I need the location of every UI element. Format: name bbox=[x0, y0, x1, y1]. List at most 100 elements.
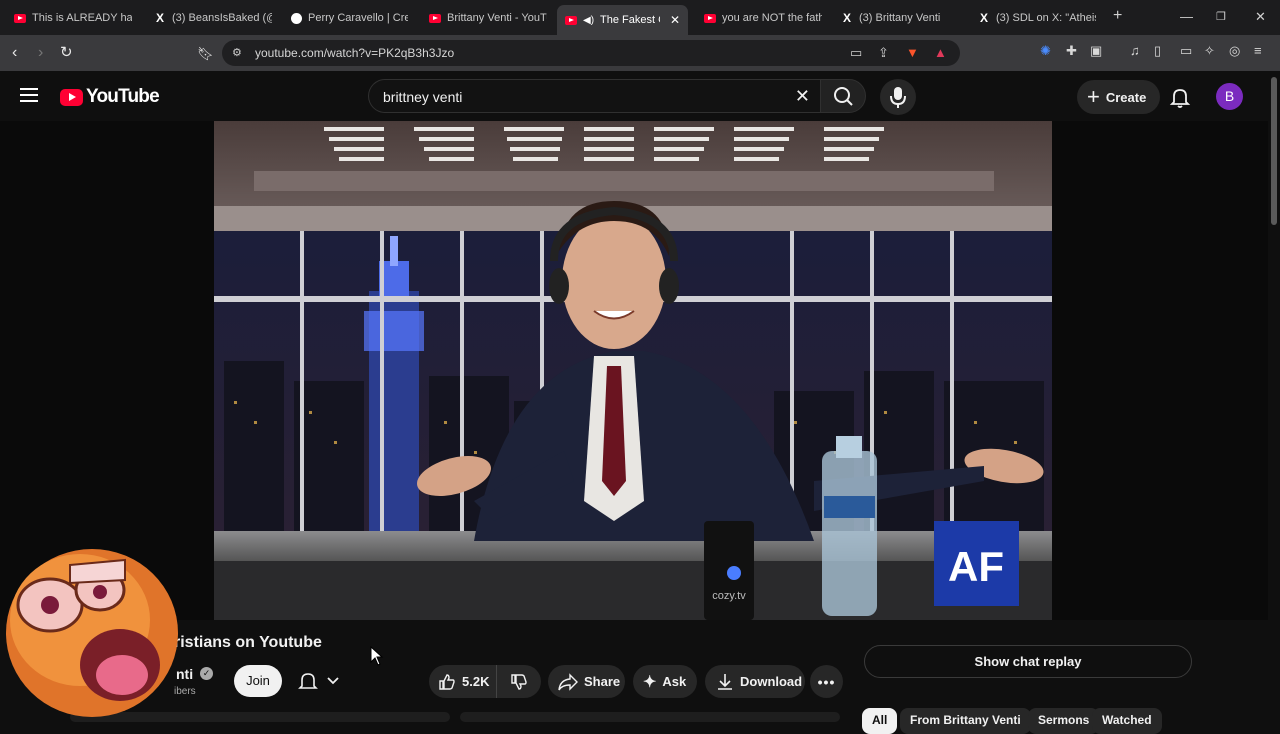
youtube-play-icon bbox=[60, 88, 83, 106]
youtube-header: YouTube brittney venti ✕ + Create B bbox=[0, 71, 1268, 121]
video-title: ristians on Youtube bbox=[174, 634, 322, 651]
chip-all[interactable]: All bbox=[862, 708, 898, 734]
speaker-icon[interactable]: ◀) bbox=[583, 15, 594, 26]
menu-icon[interactable]: ≡ bbox=[1254, 44, 1268, 58]
extension-icon[interactable]: ✺ bbox=[1040, 44, 1054, 58]
tab-title: The Fakest Ch bbox=[600, 14, 660, 26]
clear-search-icon[interactable]: ✕ bbox=[795, 86, 810, 107]
vpn-icon[interactable]: ◎ bbox=[1229, 44, 1243, 58]
dislike-button[interactable] bbox=[497, 665, 541, 698]
af-logo-text: AF bbox=[948, 543, 1004, 590]
emote-sticker bbox=[6, 549, 178, 717]
more-horizontal-icon: ••• bbox=[817, 673, 836, 690]
tab-title: This is ALREADY happ bbox=[32, 12, 132, 24]
screenshot-icon[interactable]: ▣ bbox=[1090, 44, 1104, 58]
mouse-cursor-icon bbox=[370, 646, 384, 666]
microphone-icon bbox=[890, 87, 906, 108]
reload-icon[interactable]: ↻ bbox=[60, 44, 73, 62]
browser-tab[interactable]: Brittany Venti - YouTu bbox=[421, 5, 555, 31]
guide-menu-icon[interactable] bbox=[20, 88, 38, 102]
subscription-notifications-button[interactable] bbox=[292, 665, 350, 697]
x-icon: X bbox=[979, 10, 988, 25]
youtube-icon bbox=[704, 13, 716, 23]
show-chat-replay-button[interactable]: Show chat replay bbox=[864, 645, 1192, 678]
x-icon: X bbox=[155, 10, 164, 25]
search-value[interactable]: brittney venti bbox=[383, 89, 462, 105]
brave-rewards-icon[interactable]: ▲ bbox=[934, 45, 947, 60]
browser-tab[interactable]: This is ALREADY happ bbox=[6, 5, 146, 31]
bell-icon bbox=[1169, 89, 1191, 108]
browser-tab[interactable]: X (3) SDL on X: "Atheist bbox=[970, 5, 1104, 31]
scrollbar-thumb[interactable] bbox=[1271, 77, 1277, 225]
url-text[interactable]: youtube.com/watch?v=PK2qB3h3Jzo bbox=[255, 46, 454, 60]
more-actions-button[interactable]: ••• bbox=[810, 665, 843, 698]
cast-icon[interactable]: ▭ bbox=[850, 45, 862, 61]
browser-toolbar: ‹ › ↻ 🔖︎ ⚙ youtube.com/watch?v=PK2qB3h3J… bbox=[0, 35, 1280, 71]
video-still-image: cozy.tv AF bbox=[214, 121, 1052, 620]
media-icon[interactable]: ♫ bbox=[1130, 44, 1144, 58]
wallet-icon[interactable]: ▭ bbox=[1180, 44, 1194, 58]
verified-icon: ✓ bbox=[200, 667, 213, 680]
minimize-icon[interactable]: — bbox=[1180, 9, 1193, 24]
download-label: Download bbox=[740, 674, 803, 689]
browser-tab-active[interactable]: ◀) The Fakest Ch ✕ bbox=[557, 5, 688, 35]
like-count: 5.2K bbox=[462, 674, 490, 689]
share-page-icon[interactable]: ⇪ bbox=[878, 45, 889, 61]
browser-tab[interactable]: X (3) BeansIsBaked (@B bbox=[146, 5, 280, 31]
chip-from-channel[interactable]: From Brittany Venti bbox=[900, 708, 1031, 734]
video-frame[interactable]: cozy.tv AF bbox=[214, 121, 1052, 620]
new-tab-button[interactable]: + bbox=[1113, 7, 1122, 25]
create-button[interactable]: + Create bbox=[1077, 80, 1161, 114]
browser-tab[interactable]: X (3) Brittany Venti bbox=[833, 5, 967, 31]
extensions-puzzle-icon[interactable]: ✚ bbox=[1066, 44, 1080, 58]
brave-shield-icon[interactable]: ▼ bbox=[906, 45, 919, 60]
share-icon bbox=[558, 672, 578, 691]
notifications-button[interactable] bbox=[1168, 85, 1192, 109]
site-settings-icon[interactable]: ⚙ bbox=[232, 46, 242, 59]
patreon-icon bbox=[291, 12, 302, 24]
download-button[interactable]: Download bbox=[705, 665, 805, 698]
download-icon bbox=[718, 673, 732, 690]
cozy-tv-text: cozy.tv bbox=[712, 590, 746, 602]
join-button[interactable]: Join bbox=[234, 665, 282, 697]
restore-icon[interactable]: ❐ bbox=[1216, 10, 1226, 23]
browser-tab[interactable]: you are NOT the fathe bbox=[696, 5, 830, 31]
create-label: Create bbox=[1105, 89, 1147, 105]
address-bar[interactable]: ⚙ youtube.com/watch?v=PK2qB3h3Jzo ▭ ⇪ ▼ … bbox=[222, 40, 960, 66]
close-window-icon[interactable]: ✕ bbox=[1255, 9, 1266, 25]
like-dislike-group: 5.2K bbox=[429, 665, 541, 698]
like-button[interactable]: 5.2K bbox=[429, 665, 497, 698]
bookmark-icon[interactable]: 🔖︎ bbox=[197, 45, 214, 63]
comment-box[interactable] bbox=[460, 712, 840, 722]
tab-title: Perry Caravello | Crea bbox=[308, 12, 408, 24]
youtube-icon bbox=[565, 15, 577, 25]
plus-icon: + bbox=[1087, 84, 1100, 109]
share-label: Share bbox=[584, 674, 621, 689]
youtube-icon bbox=[429, 13, 441, 23]
close-tab-icon[interactable]: ✕ bbox=[670, 13, 680, 27]
forward-icon[interactable]: › bbox=[38, 44, 43, 62]
leo-ai-icon[interactable]: ✧ bbox=[1204, 44, 1218, 58]
share-button[interactable]: Share bbox=[548, 665, 625, 698]
back-icon[interactable]: ‹ bbox=[12, 44, 17, 62]
page-scrollbar[interactable] bbox=[1268, 71, 1280, 720]
voice-search-button[interactable] bbox=[880, 79, 916, 115]
ask-label: Ask bbox=[662, 674, 687, 689]
chip-watched[interactable]: Watched bbox=[1092, 708, 1162, 734]
tab-title: (3) SDL on X: "Atheist bbox=[996, 12, 1096, 24]
logo-text: YouTube bbox=[86, 86, 160, 107]
browser-tab[interactable]: Perry Caravello | Crea bbox=[283, 5, 417, 31]
thumbs-up-icon bbox=[439, 673, 455, 690]
search-input[interactable]: brittney venti ✕ bbox=[368, 79, 820, 113]
tab-title: you are NOT the fathe bbox=[722, 12, 822, 24]
ask-button[interactable]: ✦ Ask bbox=[633, 665, 697, 698]
bell-chevron-icon bbox=[298, 673, 339, 689]
sidebar-icon[interactable]: ▯ bbox=[1154, 44, 1168, 58]
youtube-logo[interactable]: YouTube bbox=[60, 86, 160, 108]
browser-tab-bar: This is ALREADY happ X (3) BeansIsBaked … bbox=[0, 0, 1280, 35]
avatar[interactable]: B bbox=[1216, 83, 1243, 110]
chip-sermons[interactable]: Sermons bbox=[1028, 708, 1100, 734]
search-button[interactable] bbox=[820, 79, 866, 113]
video-player[interactable]: cozy.tv AF bbox=[0, 121, 1268, 620]
tab-title: (3) BeansIsBaked (@B bbox=[172, 12, 272, 24]
